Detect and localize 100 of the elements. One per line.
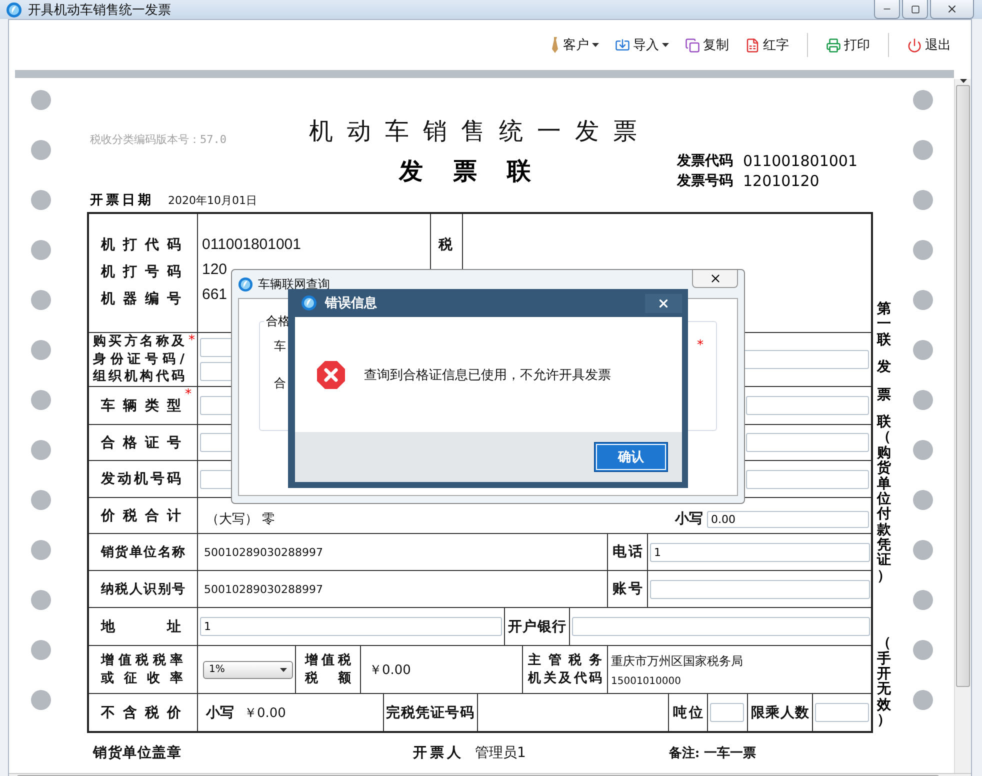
meta-label: 发票号码 <box>677 172 733 190</box>
punch-hole <box>913 590 933 610</box>
punch-hole <box>913 440 933 460</box>
error-message: 查询到合格证信息已使用，不允许开具发票 <box>364 366 611 384</box>
side-note: （手开无效） <box>877 636 891 729</box>
punch-hole <box>31 90 51 110</box>
toolbar-button[interactable]: 退出 <box>903 34 955 56</box>
input-field[interactable]: 0.00 <box>707 511 869 528</box>
code-version-label: 税收分类编码版本号：57.0 <box>89 132 228 147</box>
input-field[interactable]: 1 <box>650 542 870 562</box>
window-title: 开具机动车销售统一发票 <box>28 2 172 18</box>
field-label: 增值税 税额 <box>305 652 351 688</box>
required-mark: * <box>188 333 195 348</box>
side-text: 发 <box>877 360 891 376</box>
punch-hole <box>913 390 933 410</box>
punch-hole <box>31 640 51 660</box>
input-field[interactable] <box>572 617 870 636</box>
maximize-button[interactable] <box>902 0 928 19</box>
field-label: 吨位 <box>673 704 703 722</box>
caret-icon <box>960 79 966 83</box>
punch-hole <box>913 490 933 510</box>
punch-hole <box>913 90 933 110</box>
caret-icon <box>592 43 599 47</box>
punch-hole <box>31 390 51 410</box>
tie-icon <box>551 37 560 53</box>
invoice-title: 机动车销售统一发票 <box>309 116 651 147</box>
date-value: 2020年10月01日 <box>168 192 257 208</box>
side-text: 第一联 <box>877 302 891 348</box>
vertical-scrollbar[interactable] <box>954 79 971 773</box>
tax-control-label: 税 <box>438 236 454 254</box>
punch-hole <box>31 590 51 610</box>
copy-icon <box>685 38 700 52</box>
toolbar-button[interactable]: 客户 <box>547 34 603 56</box>
punch-hole <box>913 340 933 360</box>
field-label: 机器编号 <box>101 290 181 308</box>
field-label: 合 <box>274 375 286 392</box>
field-value: 120 <box>202 261 228 278</box>
dialog-title: 错误信息 <box>325 295 377 312</box>
punch-hole <box>31 190 51 210</box>
input-field[interactable] <box>746 396 869 415</box>
input-field[interactable] <box>650 580 870 598</box>
caret-icon <box>662 43 669 47</box>
note-text: 备注: 一车一票 <box>668 744 756 762</box>
field-label: 车辆类型 <box>101 396 181 414</box>
field-label: 增值税税率 或征收率 <box>101 652 183 688</box>
toolbar-button[interactable]: 导入 <box>611 34 673 56</box>
close-button[interactable] <box>692 270 738 288</box>
field-value: 50010289030288997 <box>204 582 323 596</box>
punch-hole <box>31 240 51 260</box>
field-value: ￥0.00 <box>244 704 286 722</box>
date-label: 开票日期 <box>90 192 154 209</box>
error-icon <box>316 360 346 390</box>
close-icon <box>708 272 722 285</box>
confirm-button[interactable]: 确认 <box>594 442 668 472</box>
amount-in-words: （大写） 零 <box>206 511 276 528</box>
field-label: 电话 <box>612 543 642 561</box>
punch-hole <box>913 290 933 310</box>
app-logo-icon <box>301 295 317 311</box>
field-value: 50010289030288997 <box>204 546 323 558</box>
field-value: ￥0.00 <box>369 662 411 678</box>
close-button[interactable] <box>645 294 682 313</box>
punch-hole <box>913 640 933 660</box>
field-label: 完税凭证号码 <box>386 704 474 722</box>
seal-label: 销货单位盖章 <box>93 744 181 762</box>
maximize-icon <box>910 4 920 14</box>
field-label: 地址 <box>101 618 181 636</box>
punch-hole <box>913 140 933 160</box>
field-label: 小写 <box>206 704 234 722</box>
required-mark: * <box>697 338 704 353</box>
toolbar-button[interactable]: 复制 <box>681 34 733 56</box>
printer-icon <box>826 38 841 52</box>
field-label: 开户银行 <box>508 618 566 636</box>
field-label: 车 <box>274 338 286 355</box>
power-icon <box>907 38 922 52</box>
dialog-title: 车辆联网查询 <box>258 276 330 292</box>
input-field[interactable] <box>742 350 869 369</box>
close-button[interactable] <box>930 0 974 19</box>
input-field[interactable]: 1 <box>200 617 502 636</box>
punch-hole <box>31 690 51 710</box>
side-text: 联（购货单位付款凭证） <box>877 414 891 584</box>
app-logo-icon <box>238 276 253 292</box>
drawer-name: 管理员1 <box>475 744 526 762</box>
toolbar-button[interactable]: 红字 <box>741 34 793 56</box>
required-mark: * <box>185 387 192 402</box>
field-label: 限乘人数 <box>751 704 809 722</box>
input-field[interactable] <box>815 703 869 722</box>
input-field[interactable] <box>746 470 869 488</box>
field-label: 机打代码 <box>101 236 181 254</box>
punch-hole <box>913 190 933 210</box>
field-label: 不含税价 <box>101 704 181 722</box>
field-label: 账号 <box>612 580 642 598</box>
toolbar-button[interactable]: 打印 <box>822 34 874 56</box>
drawer-label: 开票人 <box>413 744 461 762</box>
rate-dropdown[interactable]: 1% <box>203 660 293 678</box>
input-field[interactable] <box>746 433 869 452</box>
invoice-subtitle: 发票联 <box>399 155 561 187</box>
field-value: 011001801001 <box>202 236 301 253</box>
meta-value: 011001801001 <box>743 152 858 170</box>
punch-hole <box>31 540 51 560</box>
input-field[interactable] <box>710 703 744 722</box>
